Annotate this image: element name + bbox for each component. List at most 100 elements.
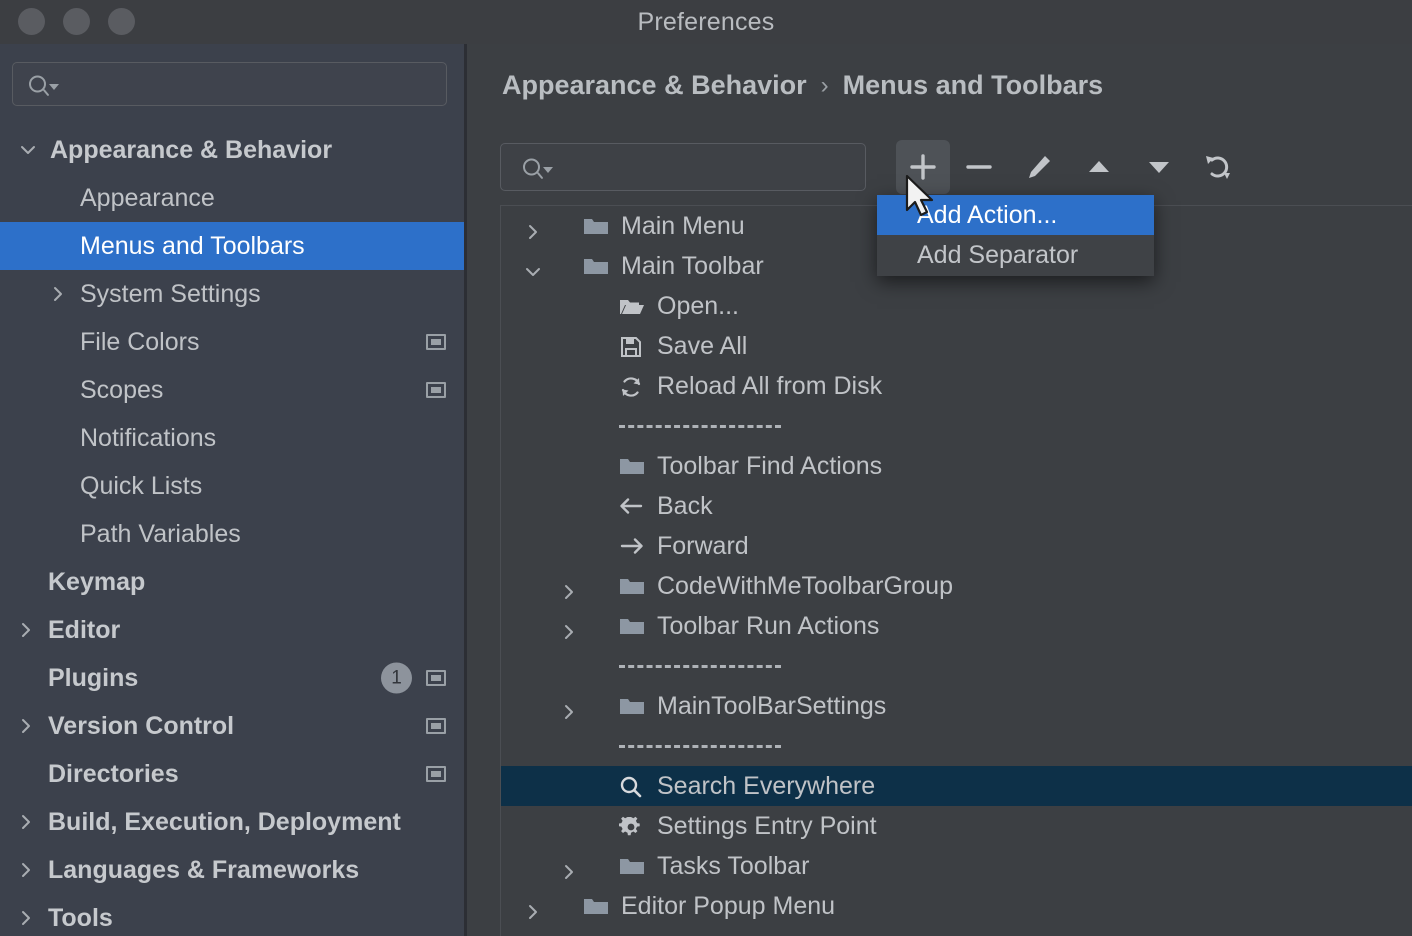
sidebar-item-label: Notifications: [80, 423, 217, 452]
sidebar-item-label: Plugins: [48, 663, 139, 692]
chevron-right-icon[interactable]: [525, 218, 541, 239]
folder-icon: [583, 255, 609, 277]
sidebar-item-path-variables[interactable]: Path Variables: [0, 510, 464, 558]
sidebar-item-keymap[interactable]: Keymap: [0, 558, 464, 606]
search-icon: [29, 75, 46, 93]
chevron-right-icon[interactable]: [525, 898, 541, 919]
tree-row-label: Reload All from Disk: [657, 371, 883, 400]
remove-button[interactable]: [952, 140, 1006, 194]
folder-icon: [619, 615, 645, 637]
move-up-button[interactable]: [1072, 140, 1126, 194]
settings-main-pane: Appearance & Behavior › Menus and Toolba…: [470, 44, 1412, 936]
tree-row[interactable]: MainToolBarSettings: [501, 686, 1412, 726]
chevron-right-icon[interactable]: [18, 622, 34, 638]
sidebar-item-version-control[interactable]: Version Control: [0, 702, 464, 750]
project-scope-icon: [426, 334, 446, 350]
tree-row-label: CodeWithMeToolbarGroup: [657, 571, 953, 600]
tree-row-label: Main Menu: [621, 211, 745, 240]
tree-row[interactable]: Toolbar Run Actions: [501, 606, 1412, 646]
triangle-up-icon: [1084, 152, 1114, 182]
breadcrumb-root[interactable]: Appearance & Behavior: [502, 70, 807, 101]
sidebar-item-plugins[interactable]: Plugins 1: [0, 654, 464, 702]
chevron-down-icon: [543, 167, 553, 173]
sidebar-item-system-settings[interactable]: System Settings: [0, 270, 464, 318]
dropdown-item-add-separator[interactable]: Add Separator: [877, 235, 1154, 275]
chevron-right-icon[interactable]: [18, 718, 34, 734]
separator-dashes: [619, 424, 781, 428]
tree-row-label: Forward: [657, 531, 749, 560]
tree-row[interactable]: Save All: [501, 326, 1412, 366]
sidebar-item-label: Languages & Frameworks: [48, 855, 360, 884]
folder-icon: [619, 575, 645, 597]
tree-row-label: Search Everywhere: [657, 771, 876, 800]
project-scope-icon: [426, 718, 446, 734]
sidebar-item-build-execution-deployment[interactable]: Build, Execution, Deployment: [0, 798, 464, 846]
tree-separator-row[interactable]: [501, 726, 1412, 766]
chevron-down-icon[interactable]: [525, 258, 541, 276]
edit-button[interactable]: [1012, 140, 1066, 194]
tree-row[interactable]: Search Everywhere: [501, 766, 1412, 806]
sidebar-item-file-colors[interactable]: File Colors: [0, 318, 464, 366]
tree-row[interactable]: Open...: [501, 286, 1412, 326]
tree-row-label: Toolbar Find Actions: [657, 451, 883, 480]
tree-row-label: Main Toolbar: [621, 251, 764, 280]
restore-button[interactable]: [1192, 140, 1246, 194]
tree-row-label: Back: [657, 491, 713, 520]
tree-separator-row[interactable]: [501, 646, 1412, 686]
sidebar-item-directories[interactable]: Directories: [0, 750, 464, 798]
chevron-right-icon[interactable]: [561, 858, 577, 879]
breadcrumb-separator-icon: ›: [820, 71, 829, 99]
sidebar-item-label: Path Variables: [80, 519, 241, 548]
tree-row[interactable]: Forward: [501, 526, 1412, 566]
sidebar-item-list: Appearance & Behavior Appearance Menus and…: [0, 126, 464, 936]
arrow-right-icon: [619, 535, 645, 557]
sidebar-item-notifications[interactable]: Notifications: [0, 414, 464, 462]
reload-icon: [619, 375, 645, 397]
chevron-right-icon[interactable]: [561, 618, 577, 639]
move-down-button[interactable]: [1132, 140, 1186, 194]
sidebar-item-label: Directories: [48, 759, 179, 788]
sidebar-item-label: Menus and Toolbars: [80, 231, 305, 260]
breadcrumb-leaf: Menus and Toolbars: [842, 70, 1104, 100]
sidebar-item-tools[interactable]: Tools: [0, 894, 464, 936]
folder-icon: [619, 455, 645, 477]
tree-row[interactable]: Toolbar Find Actions: [501, 446, 1412, 486]
tree-row[interactable]: Reload All from Disk: [501, 366, 1412, 406]
sidebar-item-menus-and-toolbars[interactable]: Menus and Toolbars: [0, 222, 464, 270]
sidebar-search-input[interactable]: [12, 62, 447, 106]
sidebar-item-scopes[interactable]: Scopes: [0, 366, 464, 414]
project-scope-icon: [426, 382, 446, 398]
chevron-right-icon[interactable]: [561, 578, 577, 599]
chevron-down-icon[interactable]: [20, 142, 36, 158]
menus-toolbars-tree[interactable]: Main Menu Main Toolbar Open... Save All Relo…: [500, 205, 1412, 936]
pencil-icon: [1024, 152, 1054, 182]
sidebar-item-languages-frameworks[interactable]: Languages & Frameworks: [0, 846, 464, 894]
sidebar-search-wrapper: [0, 44, 464, 106]
tree-search-input[interactable]: [500, 143, 866, 191]
sidebar-item-appearance[interactable]: Appearance: [0, 174, 464, 222]
chevron-right-icon[interactable]: [18, 862, 34, 878]
window-title: Preferences: [637, 8, 775, 36]
tree-row-label: MainToolBarSettings: [657, 691, 887, 720]
tree-row-label: Editor Popup Menu: [621, 891, 836, 920]
triangle-down-icon: [1144, 152, 1174, 182]
toolbar-button-group: [896, 140, 1252, 194]
chevron-right-icon[interactable]: [50, 286, 66, 302]
tree-row[interactable]: Editor Popup Menu: [501, 886, 1412, 926]
tree-row[interactable]: Settings Entry Point: [501, 806, 1412, 846]
separator-dashes: [619, 744, 781, 748]
mouse-cursor-icon: [905, 175, 934, 217]
tree-row[interactable]: CodeWithMeToolbarGroup: [501, 566, 1412, 606]
sidebar-item-quick-lists[interactable]: Quick Lists: [0, 462, 464, 510]
open-folder-icon: [619, 295, 645, 317]
chevron-right-icon[interactable]: [561, 698, 577, 719]
chevron-right-icon[interactable]: [18, 910, 34, 926]
tree-row[interactable]: Back: [501, 486, 1412, 526]
tree-row[interactable]: Tasks Toolbar: [501, 846, 1412, 886]
chevron-right-icon[interactable]: [18, 814, 34, 830]
sidebar-item-label: Appearance & Behavior: [50, 135, 333, 164]
tree-row-label: Settings Entry Point: [657, 811, 877, 840]
tree-separator-row[interactable]: [501, 406, 1412, 446]
sidebar-item-editor[interactable]: Editor: [0, 606, 464, 654]
sidebar-item-appearance-behavior[interactable]: Appearance & Behavior: [0, 126, 464, 174]
